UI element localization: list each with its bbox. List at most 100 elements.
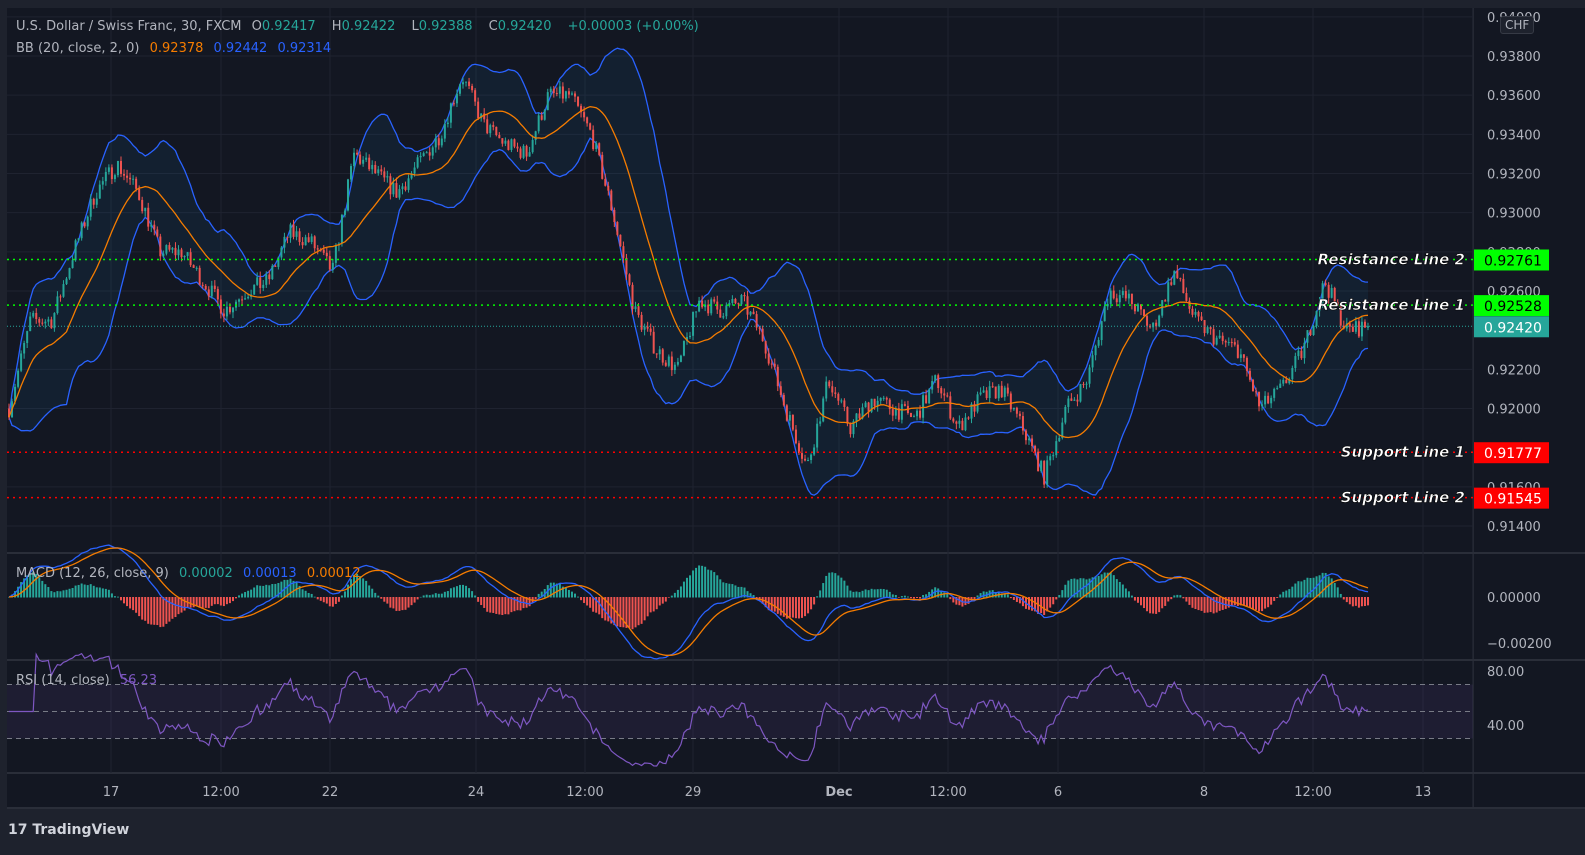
candle-body	[791, 414, 794, 430]
candle-body	[1312, 326, 1315, 335]
candle-body	[280, 247, 283, 258]
candle-body	[98, 184, 101, 199]
candle-body	[119, 160, 122, 174]
chart-canvas[interactable]: 1712:00222412:0029Dec12:006812:00130.940…	[0, 0, 1585, 855]
macd-hist-bar	[455, 586, 458, 598]
candle-body	[567, 91, 570, 95]
macd-hist-bar	[658, 597, 661, 606]
candle-body	[353, 152, 356, 167]
candle-body	[210, 285, 213, 297]
candle-body	[1197, 311, 1200, 317]
candle-body	[1255, 391, 1258, 393]
macd-hist-bar	[1282, 591, 1285, 598]
macd-hist-bar	[1321, 572, 1324, 598]
candle-body	[958, 420, 961, 424]
macd-hist-bar	[337, 597, 340, 602]
candle-body	[38, 319, 41, 323]
macd-hist-bar	[1285, 590, 1288, 598]
candle-body	[1015, 407, 1018, 414]
macd-hist-bar	[797, 597, 800, 619]
tradingview-logo[interactable]: 17 TradingView	[8, 822, 129, 838]
macd-hist-bar	[589, 597, 592, 608]
candle-body	[86, 216, 89, 227]
candle-body	[840, 400, 843, 402]
candle-body	[903, 404, 906, 406]
low-label: L	[411, 19, 419, 34]
candle-body	[1109, 290, 1112, 304]
candle-body	[1282, 379, 1285, 384]
macd-hist-bar	[1251, 597, 1254, 610]
macd-hist-bar	[580, 597, 583, 601]
candle-body	[1324, 283, 1327, 285]
macd-hist-bar	[1339, 593, 1342, 598]
candle-body	[362, 159, 365, 164]
candle-body	[1009, 393, 1012, 410]
candle-body	[201, 284, 204, 286]
candle-body	[1258, 391, 1261, 407]
macd-hist-bar	[416, 597, 419, 600]
macd-hist-bar	[449, 588, 452, 598]
macd-hist-bar	[132, 597, 135, 611]
candle-body	[1236, 344, 1239, 358]
macd-hist-bar	[1309, 578, 1312, 598]
macd-hist-bar	[855, 591, 858, 598]
candle-body	[676, 361, 679, 365]
currency-badge[interactable]: CHF	[1500, 16, 1535, 34]
macd-hist-bar	[1357, 597, 1360, 608]
macd-hist-bar	[147, 597, 150, 624]
macd-hist-bar	[1152, 597, 1155, 614]
candle-body	[1221, 335, 1224, 341]
macd-hist-bar	[1164, 597, 1167, 606]
candle-body	[1185, 293, 1188, 301]
candle-body	[1348, 323, 1351, 327]
macd-hist-bar	[225, 597, 228, 605]
candle-body	[1363, 321, 1366, 328]
level-price-label: 0.92528	[1484, 299, 1542, 315]
macd-hist-bar	[1273, 597, 1276, 601]
macd-hist-bar	[50, 591, 53, 598]
candle-body	[1052, 455, 1055, 457]
candle-body	[882, 397, 885, 399]
macd-hist-bar	[1079, 578, 1082, 598]
macd-hist-bar	[401, 597, 404, 611]
macd-hist-bar	[198, 597, 201, 608]
candle-body	[1155, 322, 1158, 327]
candle-body	[649, 328, 652, 332]
candle-body	[788, 414, 791, 421]
macd-hist-bar	[894, 594, 897, 598]
macd-hist-bar	[437, 593, 440, 598]
candle-body	[785, 405, 788, 421]
macd-hist-bar	[1185, 597, 1188, 602]
candle-body	[1158, 315, 1161, 327]
candle-body	[150, 224, 153, 227]
macd-hist-bar	[1103, 572, 1106, 598]
candle-body	[219, 299, 222, 314]
macd-hist-bar	[637, 597, 640, 626]
macd-hist-bar	[667, 597, 670, 598]
bb-basis-value: 0.92378	[149, 41, 204, 56]
candle-body	[1091, 355, 1094, 368]
macd-hist-bar	[737, 586, 740, 598]
candle-body	[1224, 340, 1227, 343]
macd-hist-bar	[404, 597, 407, 610]
candle-body	[670, 356, 673, 371]
candle-body	[531, 140, 534, 153]
macd-hist-bar	[685, 577, 688, 598]
macd-line-value: 0.00013	[242, 566, 297, 581]
candle-body	[340, 214, 343, 244]
candle-body	[664, 362, 667, 366]
candle-body	[489, 125, 492, 134]
macd-hist-bar	[1133, 597, 1136, 601]
macd-hist-bar	[431, 594, 434, 598]
candle-body	[301, 242, 304, 246]
macd-hist-bar	[1333, 583, 1336, 598]
macd-hist-bar	[107, 589, 110, 598]
macd-hist-bar	[62, 590, 65, 598]
macd-hist-bar	[900, 596, 903, 598]
candle-body	[431, 147, 434, 156]
candle-body	[1261, 404, 1264, 407]
macd-hist-bar	[331, 597, 334, 607]
candle-body	[1055, 441, 1058, 456]
candle-body	[707, 304, 710, 314]
macd-hist-bar	[446, 591, 449, 598]
